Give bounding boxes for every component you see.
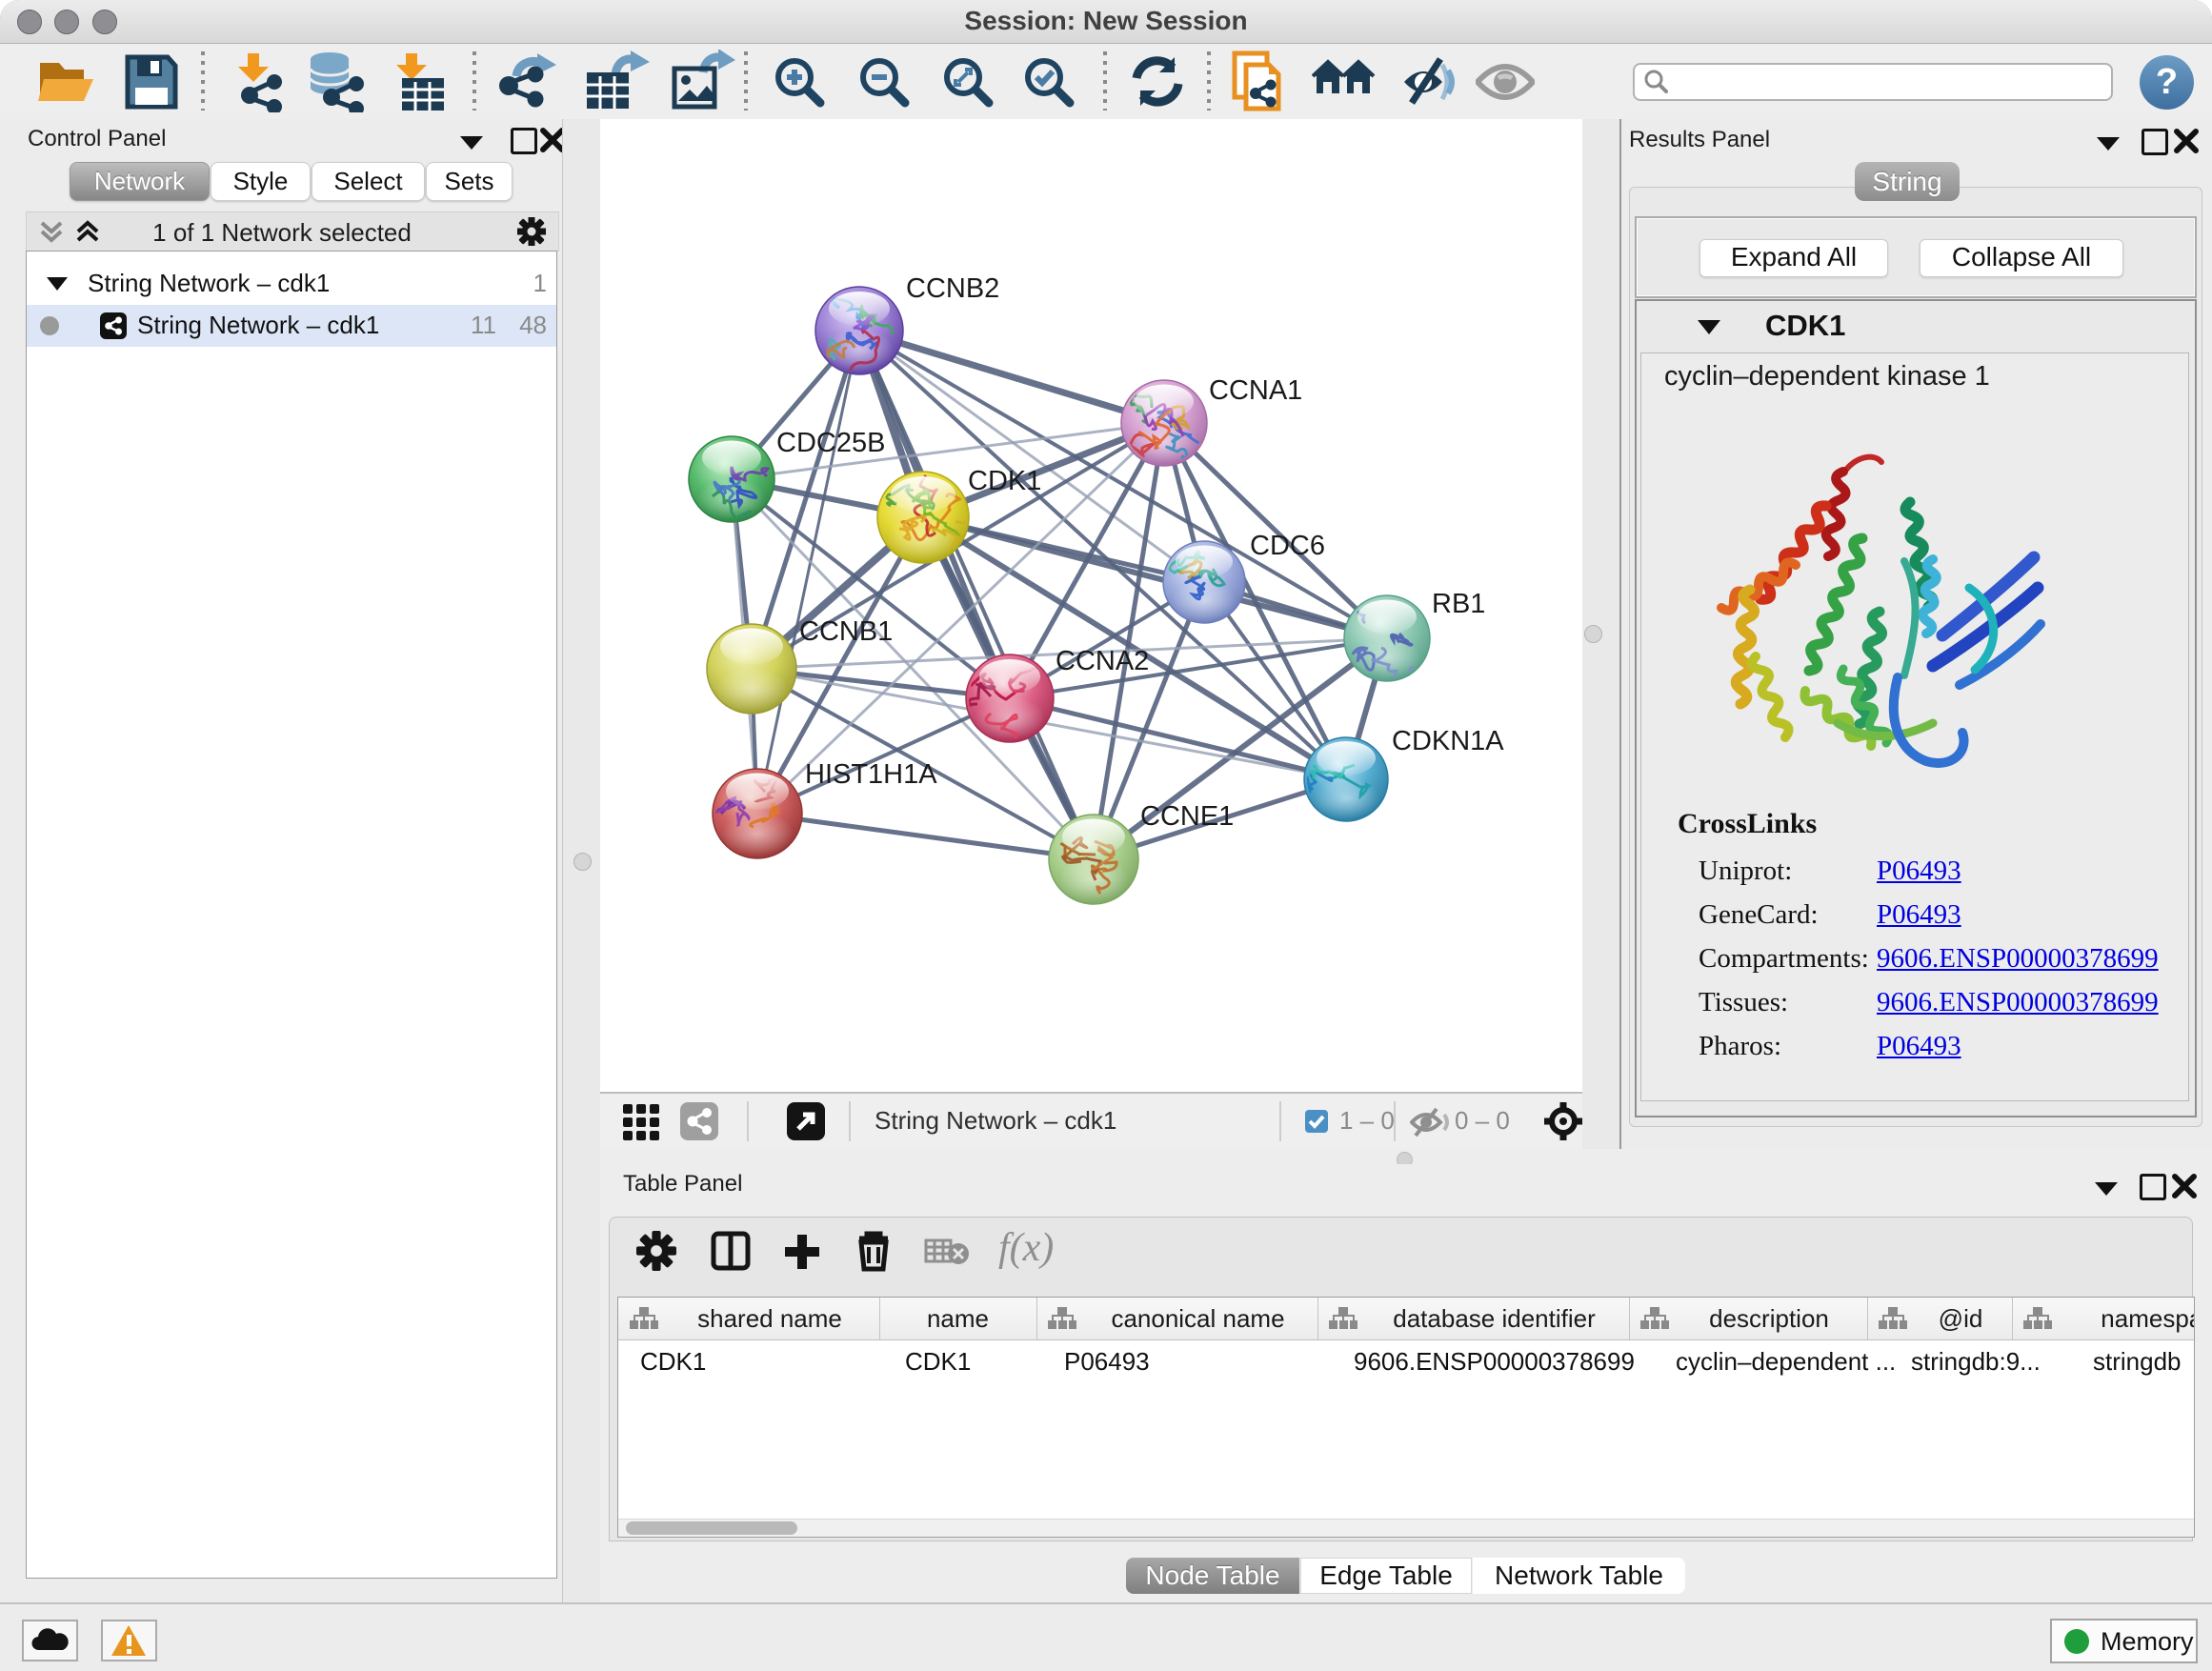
svg-text:CCNE1: CCNE1 [1140,801,1234,832]
svg-text:CCNB1: CCNB1 [799,616,893,647]
svg-text:RB1: RB1 [1432,589,1485,619]
svg-text:CCNB2: CCNB2 [906,273,999,304]
svg-text:CDC6: CDC6 [1250,531,1325,561]
svg-text:CCNA1: CCNA1 [1209,375,1302,406]
svg-text:CDC25B: CDC25B [776,428,885,458]
svg-text:CDK1: CDK1 [968,466,1041,496]
svg-text:CDKN1A: CDKN1A [1392,726,1504,756]
svg-text:HIST1H1A: HIST1H1A [805,759,937,790]
svg-text:CCNA2: CCNA2 [1056,646,1149,676]
